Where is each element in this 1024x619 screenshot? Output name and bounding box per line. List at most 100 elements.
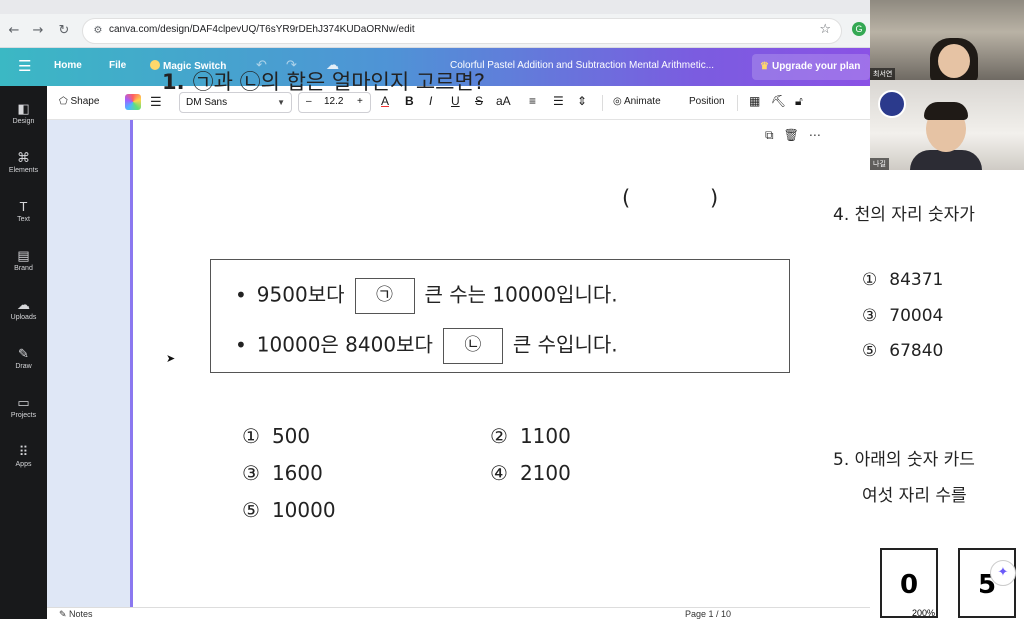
font-size-value[interactable]: 12.2 [324,96,343,107]
sidebar-item-draw[interactable]: ✎ Draw [0,341,47,385]
file-button[interactable]: File [109,60,126,71]
question-4-title[interactable]: 4. 천의 자리 숫자가 [833,200,975,225]
sidebar-item-label: Apps [15,461,32,468]
italic-icon[interactable]: I [429,94,432,108]
sidebar-item-label: Elements [8,167,39,174]
blank-box: ㉠ [354,278,415,314]
strikethrough-icon[interactable]: S [475,94,483,108]
previous-page-edge [47,120,132,607]
shape-label: Shape [70,96,100,107]
condition-box[interactable]: • 9500보다 ㉠ 큰 수는 10000입니다. • 10000은 8400보다 ㉡ 큰 … [210,259,790,373]
shape-icon: ⬠ [59,96,71,107]
sidebar-item-uploads[interactable]: ☁ Uploads [0,292,47,336]
participant-body [910,150,982,170]
upgrade-label: Upgrade your plan [771,61,861,72]
color-picker-icon[interactable] [125,94,141,110]
list-icon[interactable]: ☰ [553,94,564,108]
participant-name: 나길 [870,158,889,170]
url-text: canva.com/design/DAF4clpevUQ/T6sYR9rDEhJ… [109,24,415,35]
projects-icon: ▭ [17,395,30,410]
participant-name: 최서연 [870,68,896,80]
option-mark: ① [242,424,260,448]
delete-page-icon[interactable]: 🗑︎ [784,128,799,150]
bold-icon[interactable]: B [405,94,414,108]
design-icon: ◧ [17,101,30,116]
reload-icon[interactable]: ↻ [54,21,74,41]
extension-icon[interactable]: G [852,22,866,36]
page-indicator[interactable]: Page 1 / 10 [685,609,731,619]
spacing-icon[interactable]: ⇕ [577,94,587,108]
back-icon[interactable]: ← [4,21,24,41]
sidebar-item-text[interactable]: T Text [0,194,47,238]
underline-icon[interactable]: U [451,94,460,108]
sidebar-item-brand[interactable]: ▤ Brand [0,243,47,287]
upgrade-button[interactable]: ♛ Upgrade your plan [752,54,870,80]
align-icon[interactable]: ≡ [529,94,536,108]
address-bar[interactable]: ⚙ canva.com/design/DAF4clpevUQ/T6sYR9rDE… [82,18,842,44]
font-size-decrease-button[interactable]: – [306,96,312,107]
menu-icon[interactable]: ☰ [18,57,31,75]
screen: ← → ↻ ⚙ canva.com/design/DAF4clpevUQ/T6s… [0,0,1024,619]
position-button[interactable]: Position [689,96,725,107]
condition-text: 10000은 8400보다 [256,332,433,357]
option-value: 1600 [271,461,323,485]
sidebar-item-elements[interactable]: ⌘ Elements [0,145,47,189]
magic-switch-icon [150,60,160,70]
site-info-icon[interactable]: ⚙ [91,24,105,38]
answer-option[interactable]: ③ 70004 [862,306,943,326]
magic-assistant-icon[interactable]: ✦ [990,560,1016,586]
notes-button[interactable]: ✎ Notes [59,609,93,619]
duplicate-page-icon[interactable]: ⧉ [765,128,774,150]
condition-text: 큰 수는 10000입니다. [424,282,618,307]
sidebar-item-projects[interactable]: ▭ Projects [0,390,47,434]
apps-icon: ⠿ [18,444,29,459]
animate-icon: ◎ [613,96,624,107]
font-size-increase-button[interactable]: + [357,96,363,107]
option-value: 84371 [889,270,944,290]
question-text: ㉠과 ㉡의 합은 얼마인지 고르면? [192,70,485,94]
border-style-icon[interactable]: ☰ [150,94,162,110]
elements-icon: ⌘ [17,150,30,165]
shape-button[interactable]: ⬠ Shape [59,96,99,107]
crown-icon: ♛ [760,61,769,72]
bullet: • [235,332,247,357]
sidebar-item-design[interactable]: ◧ Design [0,96,47,140]
lock-icon[interactable]: 🔓︎ [795,94,803,109]
zoom-level[interactable]: 200% [912,608,935,618]
option-value: 70004 [889,306,944,326]
question-5-text: 여섯 자리 수를 [862,486,967,506]
letter-case-button[interactable]: aA [496,94,511,108]
sidebar-item-apps[interactable]: ⠿ Apps [0,439,47,483]
participant-video-2[interactable]: 나길 [870,80,1024,170]
option-value: 2100 [519,461,571,485]
answer-option[interactable]: ④ 2100 [490,461,571,485]
option-mark: ① [862,270,878,290]
bookmark-star-icon[interactable]: ☆ [819,22,831,37]
text-color-icon[interactable]: A [381,94,389,108]
font-family-value: DM Sans [186,97,228,108]
transparency-icon[interactable]: ▦ [749,94,760,108]
notes-label: Notes [69,609,93,619]
question-number: 1. [162,70,185,94]
question-5-title[interactable]: 5. 아래의 숫자 카드 [833,445,975,470]
animate-button[interactable]: ◎ Animate [613,96,661,107]
forward-icon[interactable]: → [28,21,48,41]
document-title[interactable]: Colorful Pastel Addition and Subtraction… [450,60,714,71]
answer-option[interactable]: ① 500 [242,424,310,448]
answer-option[interactable]: ① 84371 [862,270,943,290]
option-mark: ⑤ [862,341,878,361]
home-button[interactable]: Home [54,60,82,71]
more-options-icon[interactable]: ⋯ [809,128,821,150]
answer-paren-open: ( [622,186,631,210]
copy-style-icon[interactable]: ⛏ [771,94,786,108]
option-value: 10000 [271,498,336,522]
answer-option[interactable]: ③ 1600 [242,461,323,485]
answer-option[interactable]: ⑤ 67840 [862,341,943,361]
question-1-title[interactable]: 1. ㉠과 ㉡의 합은 얼마인지 고르면? [162,66,485,96]
answer-option[interactable]: ⑤ 10000 [242,498,336,522]
answer-option[interactable]: ② 1100 [490,424,571,448]
draw-icon: ✎ [18,346,29,361]
mouse-cursor-icon: ➤ [166,352,176,365]
participant-video-1[interactable]: 최서연 [870,0,1024,80]
toolbar-divider [602,95,603,111]
